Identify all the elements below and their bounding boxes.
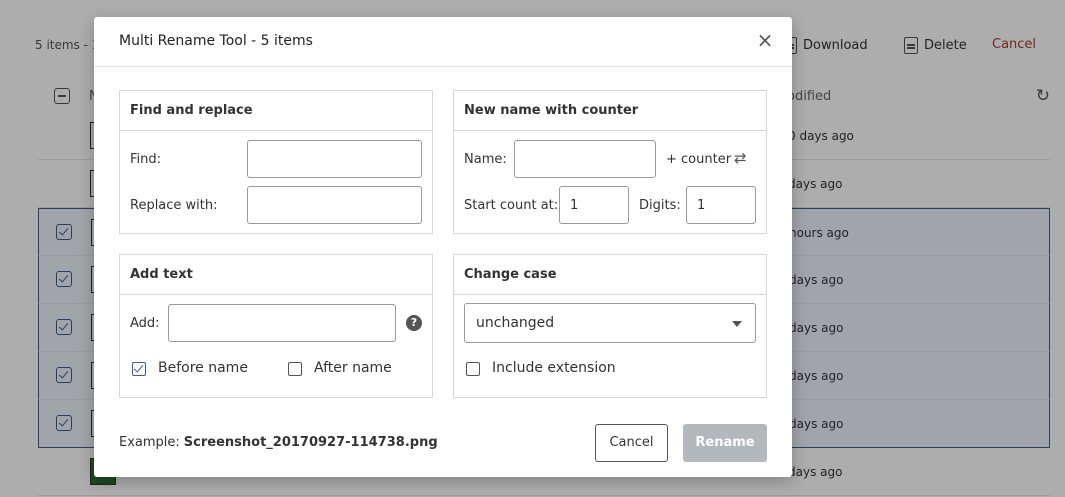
close-icon[interactable]: × xyxy=(754,29,776,51)
multi-rename-dialog: Multi Rename Tool - 5 items × Find and r… xyxy=(94,17,792,477)
chevron-down-icon xyxy=(732,321,742,327)
find-replace-panel: Find and replace Find: Replace with: xyxy=(119,90,433,234)
example-label: Example: xyxy=(119,435,180,450)
case-select[interactable]: unchanged xyxy=(464,303,756,343)
digits-input[interactable] xyxy=(686,186,756,224)
name-input[interactable] xyxy=(514,140,656,178)
after-name-label[interactable]: After name xyxy=(314,360,392,376)
add-input[interactable] xyxy=(168,304,396,342)
start-count-label: Start count at: xyxy=(464,198,559,213)
name-label: Name: xyxy=(464,152,507,167)
find-replace-title: Find and replace xyxy=(120,91,432,131)
replace-label: Replace with: xyxy=(130,198,218,213)
dialog-header: Multi Rename Tool - 5 items × xyxy=(94,17,792,67)
change-case-panel: Change case unchanged Include extension xyxy=(453,254,767,398)
add-text-panel: Add text Add: ? Before name After name xyxy=(119,254,433,398)
digits-label: Digits: xyxy=(639,198,681,213)
dialog-title: Multi Rename Tool - 5 items xyxy=(119,33,313,49)
include-extension-label[interactable]: Include extension xyxy=(492,360,616,376)
include-extension-checkbox[interactable] xyxy=(466,362,480,376)
example-value: Screenshot_20170927-114738.png xyxy=(183,435,438,450)
help-icon[interactable]: ? xyxy=(406,315,422,331)
counter-panel: New name with counter Name: + counter ⇄ … xyxy=(453,90,767,234)
replace-input[interactable] xyxy=(247,186,422,224)
cancel-button[interactable]: Cancel xyxy=(595,424,668,462)
before-name-label[interactable]: Before name xyxy=(158,360,248,376)
before-name-checkbox[interactable] xyxy=(132,362,146,376)
find-label: Find: xyxy=(130,152,162,167)
case-select-value: unchanged xyxy=(476,315,555,331)
start-count-input[interactable] xyxy=(559,186,629,224)
after-name-checkbox[interactable] xyxy=(288,362,302,376)
find-input[interactable] xyxy=(247,140,422,178)
swap-icon[interactable]: ⇄ xyxy=(734,149,747,167)
example-preview: Example: Screenshot_20170927-114738.png xyxy=(119,435,438,450)
change-case-title: Change case xyxy=(454,255,766,295)
add-text-title: Add text xyxy=(120,255,432,295)
counter-title: New name with counter xyxy=(454,91,766,131)
rename-button[interactable]: Rename xyxy=(683,424,767,462)
counter-text: + counter xyxy=(666,152,732,167)
add-label: Add: xyxy=(130,316,160,331)
